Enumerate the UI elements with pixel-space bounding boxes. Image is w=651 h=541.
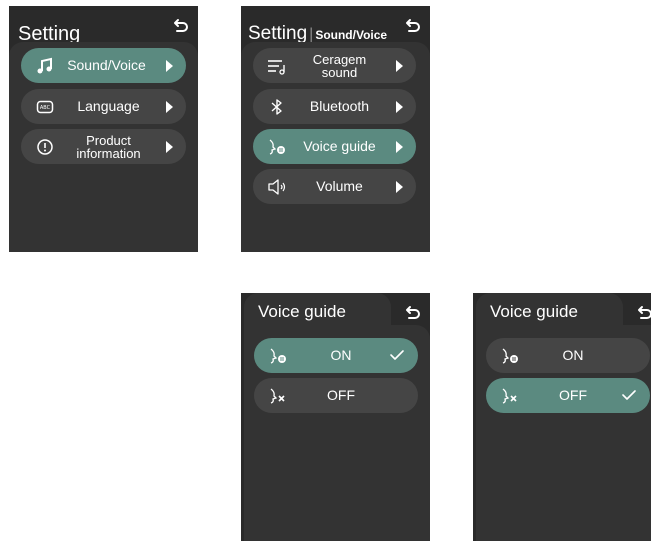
title-separator: | — [309, 26, 314, 43]
chevron-right-icon — [396, 141, 403, 153]
page-title: Voice guide — [490, 302, 578, 321]
option-label: OFF — [327, 387, 355, 403]
menu-item-label: Volume — [316, 178, 363, 194]
option-label: ON — [330, 347, 352, 363]
chevron-right-icon — [166, 101, 173, 113]
voice-guide-screen-off: Voice guide ON OFF — [473, 293, 651, 541]
chevron-right-icon — [166, 60, 173, 72]
settings-screen: Setting Sound/Voice ABC Language Product… — [9, 6, 198, 252]
option-label: ON — [562, 347, 584, 363]
menu-item-label: Sound/Voice — [67, 57, 146, 73]
voice-guide-screen-on: Voice guide ON OFF — [241, 293, 430, 541]
label-line-2: sound — [321, 64, 358, 80]
menu-item-ceragem-sound[interactable]: Ceragem sound — [253, 48, 416, 83]
option-off[interactable]: OFF — [486, 378, 650, 413]
menu-item-label: Language — [77, 98, 140, 114]
speaker-icon — [267, 177, 287, 197]
option-label: OFF — [559, 387, 587, 403]
back-icon[interactable] — [403, 304, 421, 322]
checkmark-icon — [390, 350, 404, 360]
label-line-2: information — [76, 145, 141, 161]
page-title: Voice guide — [258, 302, 346, 321]
menu-item-label: Bluetooth — [309, 98, 370, 114]
music-note-icon — [35, 56, 55, 76]
menu-item-label: Voice guide — [303, 138, 376, 154]
menu-item-language[interactable]: ABC Language — [21, 89, 186, 124]
voice-on-icon — [500, 346, 520, 366]
menu-item-label: Product information — [57, 129, 160, 164]
menu-item-voice-guide[interactable]: Voice guide — [253, 129, 416, 164]
bluetooth-icon — [267, 97, 287, 117]
music-list-icon — [267, 56, 287, 76]
label-line-1: Ceragem — [312, 51, 367, 67]
back-icon[interactable] — [171, 17, 189, 35]
voice-guide-icon — [267, 137, 287, 157]
back-icon[interactable] — [635, 304, 651, 322]
chevron-right-icon — [396, 101, 403, 113]
svg-text:ABC: ABC — [40, 105, 51, 111]
checkmark-icon — [622, 390, 636, 400]
menu-item-label: Ceragem sound — [289, 48, 390, 83]
menu-item-volume[interactable]: Volume — [253, 169, 416, 204]
sound-voice-screen: Setting | Sound/Voice Ceragem sound Blueto… — [241, 6, 430, 252]
label-line-1: Product — [86, 132, 131, 148]
option-off[interactable]: OFF — [254, 378, 418, 413]
title-subtitle: Sound/Voice — [315, 28, 388, 42]
menu-item-bluetooth[interactable]: Bluetooth — [253, 89, 416, 124]
menu-item-product-information[interactable]: Product information — [21, 129, 186, 164]
voice-on-icon — [268, 346, 288, 366]
menu-item-sound-voice[interactable]: Sound/Voice — [21, 48, 186, 83]
abc-keyboard-icon: ABC — [35, 97, 55, 117]
back-icon[interactable] — [403, 17, 421, 35]
voice-off-icon — [500, 386, 520, 406]
chevron-right-icon — [396, 60, 403, 72]
option-on[interactable]: ON — [254, 338, 418, 373]
option-on[interactable]: ON — [486, 338, 650, 373]
chevron-right-icon — [396, 181, 403, 193]
info-circle-icon — [35, 137, 55, 157]
chevron-right-icon — [166, 141, 173, 153]
title-main: Setting — [248, 23, 308, 44]
voice-off-icon — [268, 386, 288, 406]
